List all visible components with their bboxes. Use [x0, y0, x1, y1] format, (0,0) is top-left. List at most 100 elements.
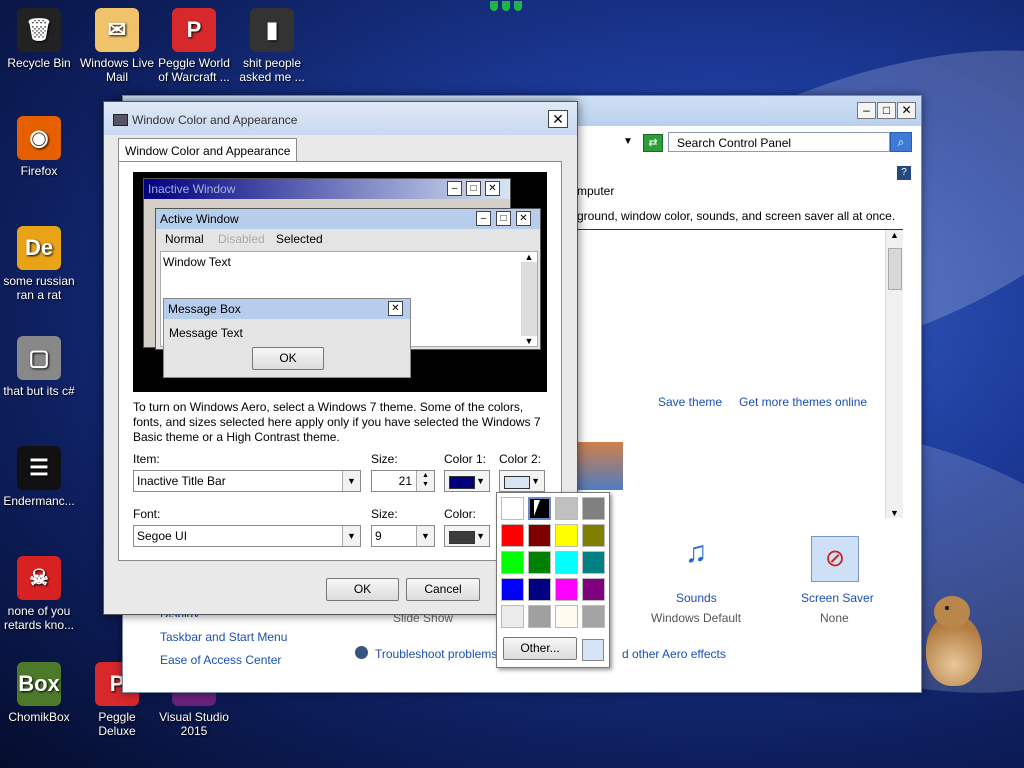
- desktop-icon[interactable]: ▢ that but its c#: [0, 336, 78, 398]
- minimize-button[interactable]: –: [857, 102, 876, 119]
- refresh-icon[interactable]: ⇄: [643, 134, 663, 152]
- desktop-icon[interactable]: P Peggle World of Warcraft ...: [155, 8, 233, 84]
- font-size-select[interactable]: 9 ▼: [371, 525, 435, 547]
- chevron-down-icon: ▼: [476, 476, 485, 486]
- desktop-icon-label: some russian ran a rat: [3, 274, 75, 302]
- preview-menu-bar: Normal Disabled Selected: [156, 231, 540, 249]
- stepper-icon[interactable]: ▲ ▼: [416, 471, 434, 491]
- maximize-button[interactable]: □: [877, 102, 896, 119]
- panel-description: ground, window color, sounds, and screen…: [577, 209, 896, 223]
- preview-menu-selected[interactable]: Selected: [276, 232, 323, 246]
- maximize-icon: □: [496, 211, 511, 226]
- chevron-down-icon[interactable]: ▼: [342, 471, 360, 491]
- help-icon[interactable]: ?: [897, 166, 911, 180]
- scroll-thumb[interactable]: [888, 248, 902, 290]
- desktop-icon[interactable]: 🗑 Recycle Bin: [0, 8, 78, 70]
- desktop-icon[interactable]: ✉ Windows Live Mail: [78, 8, 156, 84]
- tab-window-color[interactable]: Window Color and Appearance: [118, 138, 298, 162]
- theme-list-scrollbar[interactable]: ▲ ▼: [885, 230, 903, 518]
- scroll-down-icon[interactable]: ▼: [886, 508, 903, 518]
- palette-color-cell[interactable]: [582, 497, 605, 520]
- chevron-down-icon[interactable]: ▼: [342, 526, 360, 546]
- palette-color-cell[interactable]: [501, 524, 524, 547]
- palette-color-cell[interactable]: [501, 578, 524, 601]
- address-dropdown-arrow[interactable]: ▼: [623, 136, 633, 147]
- close-icon[interactable]: ✕: [548, 110, 568, 128]
- preview-message-box[interactable]: Message Box ✕ Message Text OK: [163, 298, 411, 378]
- aero-effects-link[interactable]: d other Aero effects: [622, 647, 726, 661]
- preview-menu-normal[interactable]: Normal: [165, 232, 204, 246]
- wallpaper-glow: [490, 0, 540, 18]
- desktop-icon-label: Peggle World of Warcraft ...: [158, 56, 230, 84]
- desktop-icon[interactable]: ☰ Endermanc...: [0, 446, 78, 508]
- font-select[interactable]: Segoe UI ▼: [133, 525, 361, 547]
- sounds-link[interactable]: Sounds: [676, 591, 717, 605]
- hamster-mascot[interactable]: [918, 596, 988, 688]
- desktop-icon-label: that but its c#: [3, 384, 75, 398]
- font-color-picker[interactable]: ▼: [444, 525, 490, 547]
- palette-color-cell[interactable]: [501, 551, 524, 574]
- palette-color-cell[interactable]: [555, 605, 578, 628]
- desktop-icon[interactable]: Box ChomikBox: [0, 662, 78, 724]
- desktop-icon[interactable]: ◉ Firefox: [0, 116, 78, 178]
- search-icon[interactable]: ⌕: [890, 132, 912, 152]
- palette-color-cell[interactable]: [501, 497, 524, 520]
- troubleshoot-icon: [355, 646, 368, 659]
- palette-color-cell[interactable]: [528, 605, 551, 628]
- palette-color-cell[interactable]: [582, 605, 605, 628]
- screen-saver-link[interactable]: Screen Saver: [801, 591, 874, 605]
- ease-of-access-link[interactable]: Ease of Access Center: [160, 653, 281, 667]
- custom-color-swatch[interactable]: [582, 639, 604, 661]
- preview-ok-button[interactable]: OK: [252, 347, 324, 370]
- palette-color-cell[interactable]: [528, 551, 551, 574]
- font-value: Segoe UI: [137, 529, 188, 543]
- sounds-icon[interactable]: ♫: [671, 536, 721, 584]
- color1-swatch: [449, 476, 475, 489]
- color-palette-popup[interactable]: Other...: [496, 492, 610, 668]
- dialog-titlebar[interactable]: Window Color and Appearance ✕: [104, 102, 577, 135]
- save-theme-link[interactable]: Save theme: [658, 395, 722, 409]
- cancel-button[interactable]: Cancel: [406, 578, 480, 601]
- palette-color-cell[interactable]: [528, 578, 551, 601]
- ok-button[interactable]: OK: [326, 578, 399, 601]
- color1-picker[interactable]: ▼: [444, 470, 490, 492]
- item-select[interactable]: Inactive Title Bar ▼: [133, 470, 361, 492]
- desktop-icon-label: ChomikBox: [8, 710, 70, 724]
- desktop-icon-label: Endermanc...: [3, 494, 75, 508]
- palette-color-cell[interactable]: [582, 578, 605, 601]
- preview-menu-disabled[interactable]: Disabled: [218, 232, 265, 246]
- taskbar-link[interactable]: Taskbar and Start Menu: [160, 630, 287, 644]
- screen-saver-icon[interactable]: ⊘: [811, 536, 859, 582]
- chevron-down-icon[interactable]: ▼: [416, 526, 434, 546]
- palette-color-cell[interactable]: [528, 524, 551, 547]
- troubleshoot-link[interactable]: Troubleshoot problems: [375, 647, 497, 661]
- font-color-swatch: [449, 531, 475, 544]
- preview-msgbox-text: Message Text: [169, 326, 243, 340]
- info-text: To turn on Windows Aero, select a Window…: [133, 400, 541, 444]
- palette-color-cell[interactable]: [555, 551, 578, 574]
- desktop-icon[interactable]: ▮ shit people asked me ...: [233, 8, 311, 84]
- dialog-title: Window Color and Appearance: [132, 113, 298, 127]
- palette-color-cell[interactable]: [555, 524, 578, 547]
- search-input[interactable]: Search Control Panel: [668, 132, 890, 152]
- appearance-preview[interactable]: Inactive Window – □ ✕ Active Window – □ …: [133, 172, 547, 392]
- preview-msgbox-titlebar[interactable]: Message Box ✕: [164, 299, 410, 319]
- scroll-up-icon[interactable]: ▲: [886, 230, 903, 240]
- app-icon: ☰: [17, 446, 61, 490]
- preview-active-titlebar[interactable]: Active Window – □ ✕: [156, 209, 540, 229]
- theme-thumbnail[interactable]: [577, 442, 623, 490]
- preview-inactive-titlebar[interactable]: Inactive Window – □ ✕: [144, 179, 510, 199]
- palette-color-cell[interactable]: [555, 578, 578, 601]
- desktop-icon[interactable]: ☠ none of you retards kno...: [0, 556, 78, 632]
- get-more-themes-link[interactable]: Get more themes online: [739, 395, 867, 409]
- palette-color-cell[interactable]: [582, 551, 605, 574]
- color2-picker[interactable]: ▼: [499, 470, 545, 492]
- item-size-stepper[interactable]: 21 ▲ ▼: [371, 470, 435, 492]
- palette-color-cell[interactable]: [501, 605, 524, 628]
- desktop-icon[interactable]: De some russian ran a rat: [0, 226, 78, 302]
- close-button[interactable]: ✕: [897, 102, 916, 119]
- palette-color-cell[interactable]: [582, 524, 605, 547]
- theme-list[interactable]: ▲ ▼ Save theme Get more themes online: [577, 229, 903, 518]
- palette-color-cell[interactable]: [555, 497, 578, 520]
- other-color-button[interactable]: Other...: [503, 637, 577, 660]
